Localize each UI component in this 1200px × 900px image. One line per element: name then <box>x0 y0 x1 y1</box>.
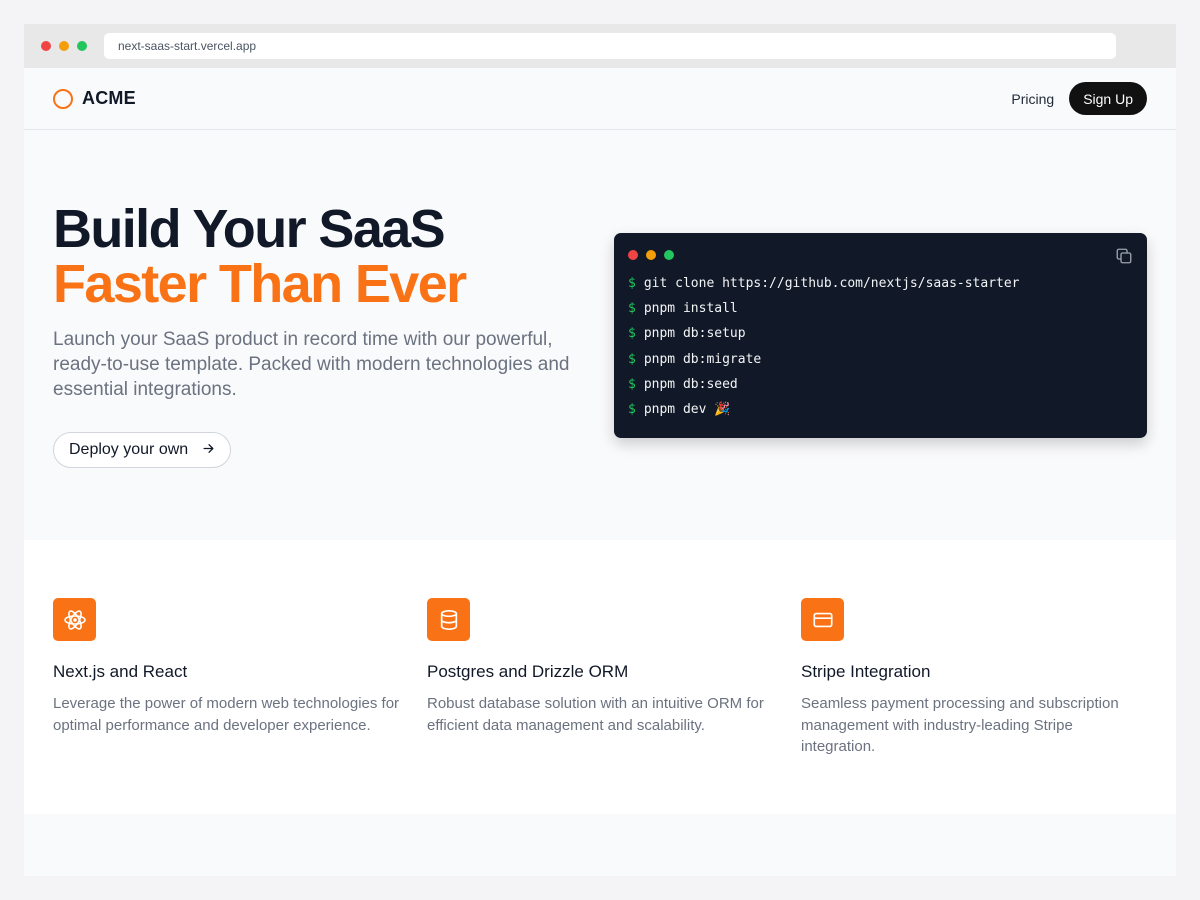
terminal-command: pnpm db:migrate <box>643 351 762 367</box>
hero-section: Build Your SaaS Faster Than Ever Launch … <box>24 130 1176 540</box>
browser-chrome: next-saas-start.vercel.app <box>24 24 1176 68</box>
hero-title-line-1: Build Your SaaS <box>53 199 446 259</box>
arrow-right-icon <box>202 442 215 459</box>
terminal-window-dots <box>628 250 1133 260</box>
credit-card-icon <box>801 598 844 641</box>
feature-title: Postgres and Drizzle ORM <box>427 662 629 681</box>
circle-logo-icon <box>53 88 73 109</box>
feature-nextjs-react: Next.js and React Leverage the power of … <box>53 598 403 736</box>
address-bar[interactable]: next-saas-start.vercel.app <box>104 33 1116 59</box>
terminal-command: pnpm db:setup <box>643 326 746 342</box>
brand-name: ACME <box>82 88 136 108</box>
terminal-red-dot <box>628 250 638 260</box>
feature-title: Next.js and React <box>53 662 188 681</box>
copy-icon[interactable] <box>1115 247 1133 265</box>
terminal-code-block: $ git clone https://github.com/nextjs/saa… <box>614 233 1147 438</box>
minimize-window-dot[interactable] <box>59 41 69 51</box>
react-atom-icon <box>53 598 96 641</box>
maximize-window-dot[interactable] <box>77 41 87 51</box>
hero-title: Build Your SaaS Faster Than Ever <box>53 199 467 314</box>
terminal-line: $ pnpm install <box>628 301 1133 326</box>
deploy-button-label: Deploy your own <box>69 441 189 458</box>
main-nav: Pricing Sign Up <box>1011 82 1147 115</box>
feature-description: Leverage the power of modern web technol… <box>53 695 400 734</box>
terminal-green-dot <box>664 250 674 260</box>
terminal-prompt: $ <box>628 401 636 417</box>
pricing-link[interactable]: Pricing <box>1011 91 1054 107</box>
database-icon <box>427 598 470 641</box>
terminal-prompt: $ <box>628 276 636 291</box>
terminal-prompt: $ <box>628 351 636 367</box>
feature-stripe: Stripe Integration Seamless payment proc… <box>801 598 1151 758</box>
sign-up-button[interactable]: Sign Up <box>1069 82 1147 115</box>
terminal-yellow-dot <box>646 250 656 260</box>
hero-subtitle: Launch your SaaS product in record time … <box>53 329 570 400</box>
brand-logo-link[interactable]: ACME <box>53 88 136 109</box>
terminal-command: pnpm dev 🎉 <box>643 401 731 417</box>
deploy-your-own-button[interactable]: Deploy your own <box>53 432 232 468</box>
browser-window: next-saas-start.vercel.app ACME Pricing … <box>24 24 1176 876</box>
terminal-prompt: $ <box>628 301 636 317</box>
terminal-prompt: $ <box>628 376 636 392</box>
terminal-line: $ pnpm db:migrate <box>628 352 1133 377</box>
terminal-line: $ pnpm dev 🎉 <box>628 402 1133 427</box>
hero-title-line-2: Faster Than Ever <box>53 254 467 314</box>
terminal-line: $ pnpm db:seed <box>628 377 1133 402</box>
terminal-command: pnpm install <box>643 301 738 317</box>
terminal-lines: $ git clone https://github.com/nextjs/saa… <box>628 276 1133 427</box>
close-window-dot[interactable] <box>41 41 51 51</box>
feature-description: Robust database solution with an intuiti… <box>427 695 764 734</box>
feature-title: Stripe Integration <box>801 662 931 681</box>
feature-description: Seamless payment processing and subscrip… <box>801 695 1119 755</box>
terminal-line: $ git clone https://github.com/nextjs/saa… <box>628 276 1133 301</box>
site-header: ACME Pricing Sign Up <box>24 68 1176 130</box>
terminal-prompt: $ <box>628 326 636 342</box>
terminal-line: $ pnpm db:setup <box>628 326 1133 351</box>
feature-postgres-drizzle: Postgres and Drizzle ORM Robust database… <box>427 598 777 736</box>
terminal-command: git clone https://github.com/nextjs/saas… <box>643 276 1020 291</box>
features-section: Next.js and React Leverage the power of … <box>24 540 1176 814</box>
terminal-command: pnpm db:seed <box>643 376 738 392</box>
